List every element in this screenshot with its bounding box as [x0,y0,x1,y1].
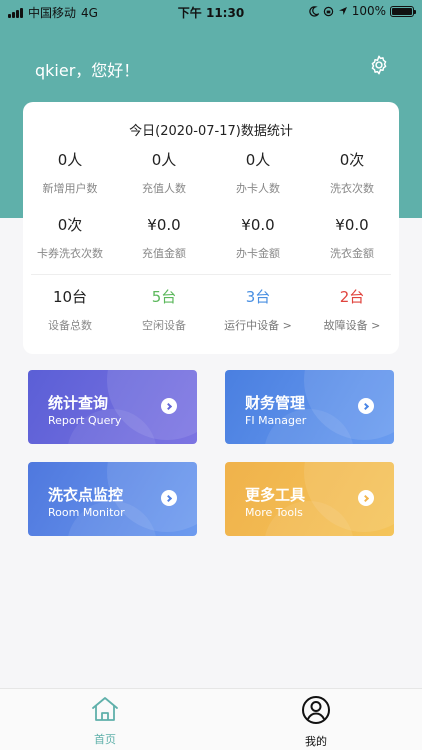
stat-label: 新增用户数 [42,182,98,195]
stat-value: 0人 [245,151,271,169]
stat-label: 充值金额 [142,247,186,260]
stat-value: 0次 [57,216,83,234]
lock-rotation-icon [323,6,333,16]
daily-stats-card: 今日(2020-07-17)数据统计 0人 新增用户数 0人 充值人数 0人 办… [23,102,399,354]
stats-title: 今日(2020-07-17)数据统计 [129,124,293,139]
device-total: 10台 设备总数 [23,287,117,333]
stat-value: ¥0.0 [147,216,181,234]
device-label: 设备总数 [48,319,92,332]
battery-percent: 100% [351,4,386,18]
stat-new-users: 0人 新增用户数 [23,150,117,196]
stat-value: 0次 [339,151,365,169]
device-value: 3台 [245,288,271,306]
report-query-button[interactable]: 统计查询 Report Query [28,370,197,444]
stat-value: 0人 [57,151,83,169]
stat-value: ¥0.0 [241,216,275,234]
stat-card-users: 0人 办卡人数 [211,150,305,196]
more-tools-button[interactable]: 更多工具 More Tools [225,462,394,536]
device-running-link[interactable]: 3台 运行中设备 > [211,287,305,333]
stat-value: 0人 [151,151,177,169]
stat-card-amount: ¥0.0 办卡金额 [211,215,305,261]
moon-icon [309,5,319,17]
device-value: 5台 [151,288,177,306]
menu-subtitle: More Tools [245,506,303,519]
chevron-right-icon [358,490,374,506]
device-value: 2台 [339,288,365,306]
stat-label: 充值人数 [142,182,186,195]
menu-title: 统计查询 [48,394,109,412]
fi-manager-button[interactable]: 财务管理 FI Manager [225,370,394,444]
chevron-right-icon [161,398,177,414]
menu-title: 财务管理 [245,394,306,412]
stat-wash-count: 0次 洗衣次数 [305,150,399,196]
battery-icon [390,5,416,17]
settings-gear-icon[interactable] [368,54,390,76]
stat-wash-amount: ¥0.0 洗衣金额 [305,215,399,261]
bottom-tab-bar: 首页 我的 [0,688,422,750]
chevron-right-icon [161,490,177,506]
tab-mine[interactable]: 我的 [281,695,351,749]
menu-subtitle: FI Manager [245,414,307,427]
tab-label: 首页 [94,733,116,746]
tab-label: 我的 [305,735,327,748]
room-monitor-button[interactable]: 洗衣点监控 Room Monitor [28,462,197,536]
stat-recharge-users: 0人 充值人数 [117,150,211,196]
stat-recharge-amount: ¥0.0 充值金额 [117,215,211,261]
device-label[interactable]: 运行中设备 > [211,317,305,333]
device-value: 10台 [52,288,88,306]
stat-value: ¥0.0 [335,216,369,234]
greeting-text: qkier，您好！ [35,61,140,80]
menu-subtitle: Report Query [48,414,122,427]
stat-label: 办卡金额 [236,247,280,260]
device-idle: 5台 空闲设备 [117,287,211,333]
status-bar: 中国移动 4G 下午 11:30 100% [0,0,422,22]
home-icon [92,697,118,721]
stat-label: 洗衣次数 [330,182,374,195]
device-label[interactable]: 故障设备 > [305,317,399,333]
chevron-right-icon [358,398,374,414]
device-label: 空闲设备 [142,319,186,332]
menu-subtitle: Room Monitor [48,506,125,519]
menu-title: 洗衣点监控 [48,486,124,504]
stat-coupon-wash-count: 0次 卡券洗衣次数 [23,215,117,261]
user-icon [302,696,330,724]
location-icon [338,7,347,15]
stat-label: 卡券洗衣次数 [37,247,103,260]
menu-title: 更多工具 [245,486,306,504]
stat-label: 洗衣金额 [330,247,374,260]
tab-home[interactable]: 首页 [70,695,140,747]
device-fault-link[interactable]: 2台 故障设备 > [305,287,399,333]
stat-label: 办卡人数 [236,182,280,195]
stats-divider [31,274,391,275]
